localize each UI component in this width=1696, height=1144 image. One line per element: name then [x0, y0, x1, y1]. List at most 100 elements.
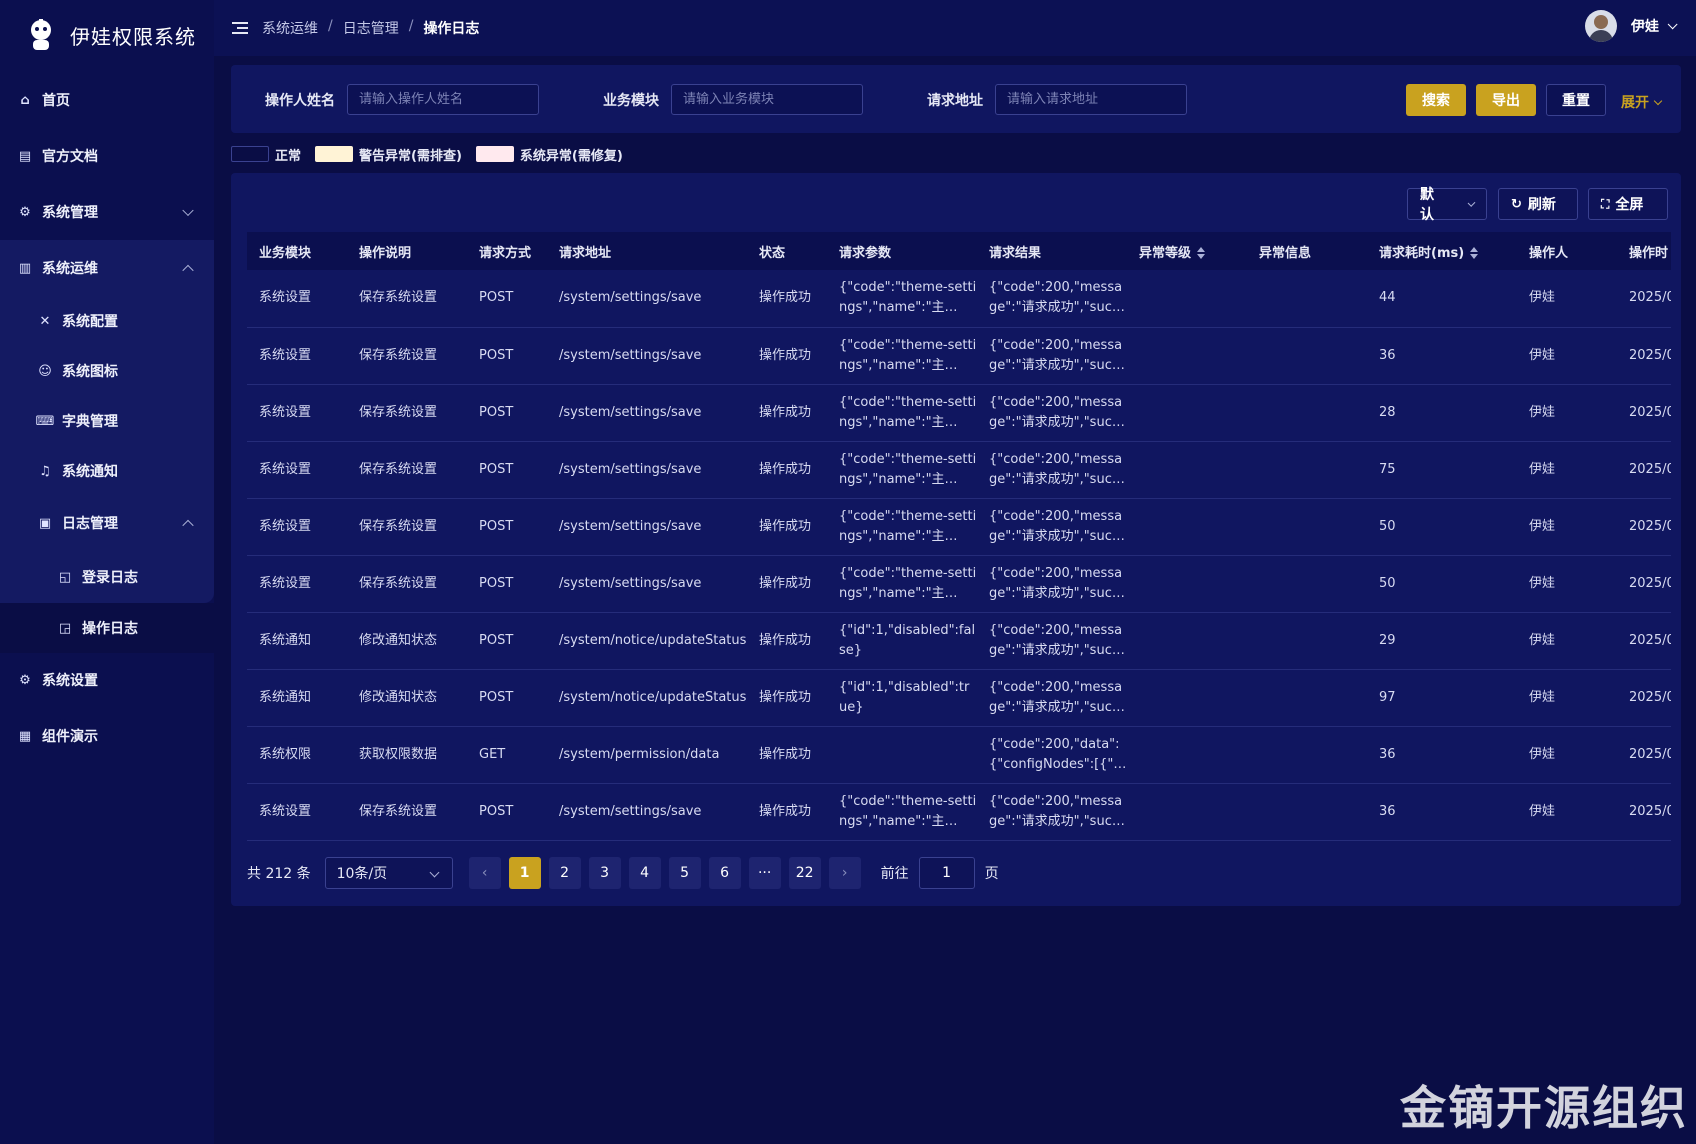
table-row[interactable]: 系统设置 保存系统设置 POST/system/settings/save 操作成功 {…	[247, 498, 1671, 555]
keyboard-icon: ⌨	[35, 413, 55, 429]
page-button[interactable]: 22	[788, 857, 821, 889]
breadcrumb-item[interactable]: 系统运维	[262, 18, 318, 38]
table-row[interactable]: 系统通知 修改通知状态 POST/system/notice/updateStatu…	[247, 612, 1671, 669]
cell-duration: 36	[1379, 746, 1396, 762]
cell-status: 操作成功	[759, 461, 812, 477]
column-header: 请求地址	[559, 245, 612, 261]
cell-result-text: {"code":200,"message":"请求成功","suc…	[989, 622, 1125, 658]
page-button[interactable]: 1	[508, 857, 541, 889]
legend-label: 正常	[275, 148, 302, 164]
request-url-input[interactable]	[995, 84, 1187, 115]
chevron-down-icon[interactable]	[1667, 18, 1678, 29]
cell-exception-info	[1247, 783, 1367, 840]
breadcrumb-item[interactable]: 日志管理	[343, 18, 399, 38]
cell-duration: 44	[1379, 290, 1396, 306]
goto-page-input[interactable]	[918, 857, 975, 889]
watermark-text: 金镝开源组织	[1400, 1081, 1688, 1135]
table-row[interactable]: 系统通知 修改通知状态 POST/system/notice/updateStatu…	[247, 669, 1671, 726]
sidebar-item-system-settings[interactable]: ⚙ 系统设置	[0, 652, 214, 708]
cell-method: POST	[479, 689, 514, 705]
cell-params: {"code":"theme-settings","name":"主…	[827, 555, 977, 612]
refresh-button[interactable]: ↻ 刷新	[1498, 188, 1578, 220]
app-title: 伊娃权限系统	[70, 24, 196, 49]
user-menu[interactable]: 伊娃	[1585, 10, 1678, 42]
sidebar-item-dictionary[interactable]: ⌨ 字典管理	[0, 396, 214, 446]
cell-operator: 伊娃	[1529, 803, 1556, 819]
sidebar-item-label: 系统运维	[42, 261, 98, 277]
sidebar-item-home[interactable]: ⌂ 首页	[0, 72, 214, 128]
avatar[interactable]	[1585, 10, 1617, 42]
search-button[interactable]: 搜索	[1406, 84, 1466, 116]
cell-method: POST	[479, 575, 514, 591]
cell-method: POST	[479, 518, 514, 534]
column-header: 状态	[759, 245, 786, 261]
page-button[interactable]: 5	[668, 857, 701, 889]
column-header-sortable[interactable]: 请求耗时(ms)	[1367, 232, 1517, 270]
expand-label: 展开	[1621, 95, 1649, 111]
legend-item-normal: 正常	[231, 145, 301, 164]
sidebar-item-system-ops[interactable]: ▥ 系统运维	[0, 240, 214, 296]
sidebar-item-docs[interactable]: ▤ 官方文档	[0, 128, 214, 184]
cell-exception-level	[1127, 783, 1247, 840]
page-button[interactable]: 2	[548, 857, 581, 889]
next-page-button[interactable]: ›	[828, 857, 861, 889]
sidebar-item-system-management[interactable]: ⚙ 系统管理	[0, 184, 214, 240]
table-row[interactable]: 系统设置 保存系统设置 POST/system/settings/save 操作成功 {…	[247, 270, 1671, 327]
chevron-up-icon	[182, 264, 194, 277]
legend-label: 警告异常(需排查)	[359, 148, 462, 164]
cell-result-text: {"code":200,"message":"请求成功","suc…	[989, 565, 1125, 601]
page-button[interactable]: 4	[628, 857, 661, 889]
cell-params: {"code":"theme-settings","name":"主…	[827, 327, 977, 384]
export-button[interactable]: 导出	[1476, 84, 1536, 116]
user-name[interactable]: 伊娃	[1631, 16, 1659, 36]
top-header: 系统运维 / 日志管理 / 操作日志 伊娃	[214, 0, 1696, 56]
page-size-select[interactable]: 10条/页	[324, 857, 453, 889]
sidebar-item-notifications[interactable]: ♫ 系统通知	[0, 446, 214, 496]
table-row[interactable]: 系统权限 获取权限数据 GET/system/permission/data 操作成功…	[247, 726, 1671, 783]
cell-params: {"code":"theme-settings","name":"主…	[827, 498, 977, 555]
operator-name-input[interactable]	[347, 84, 539, 115]
cell-operator: 伊娃	[1529, 746, 1556, 762]
app-logo[interactable]: 伊娃权限系统	[0, 0, 214, 70]
reset-button[interactable]: 重置	[1546, 84, 1606, 116]
table-header-row: 业务模块 操作说明 请求方式 请求地址 状态 请求参数 请求结果 异常等级 异常…	[247, 232, 1671, 270]
cell-module: 系统设置	[259, 290, 312, 306]
column-header: 请求方式	[479, 245, 532, 261]
column-header-sortable[interactable]: 异常等级	[1127, 232, 1247, 270]
cell-operator: 伊娃	[1529, 347, 1556, 363]
cell-exception-level	[1127, 498, 1247, 555]
sort-icon[interactable]	[1470, 247, 1479, 259]
sidebar-item-label: 系统设置	[42, 673, 98, 689]
sidebar-item-label: 字典管理	[62, 414, 118, 430]
expand-toggle[interactable]: 展开	[1621, 92, 1663, 112]
table-size-select[interactable]: 默认	[1407, 187, 1487, 223]
cell-exception-level	[1127, 327, 1247, 384]
operator-label: 操作人姓名	[265, 93, 335, 109]
table-row[interactable]: 系统设置 保存系统设置 POST/system/settings/save 操作成功 {…	[247, 327, 1671, 384]
sidebar-item-label: 操作日志	[82, 621, 138, 637]
operation-log-icon: ◲	[58, 620, 72, 636]
table-row[interactable]: 系统设置 保存系统设置 POST/system/settings/save 操作成功 {…	[247, 441, 1671, 498]
sidebar-item-login-log[interactable]: ◱ 登录日志	[0, 552, 214, 602]
prev-page-button[interactable]: ‹	[468, 857, 501, 889]
table-row[interactable]: 系统设置 保存系统设置 POST/system/settings/save 操作成功 {…	[247, 555, 1671, 612]
page-button[interactable]: 6	[708, 857, 741, 889]
sort-icon[interactable]	[1197, 247, 1206, 259]
more-pages-button[interactable]: ···	[748, 857, 781, 889]
sidebar-item-log-management[interactable]: ▣ 日志管理	[0, 498, 214, 548]
table-row[interactable]: 系统设置 保存系统设置 POST/system/settings/save 操作成功 {…	[247, 384, 1671, 441]
fullscreen-button[interactable]: ⛶ 全屏	[1588, 188, 1668, 220]
sidebar-item-components[interactable]: ▦ 组件演示	[0, 708, 214, 764]
doc-icon: ▤	[18, 148, 32, 164]
sidebar-item-system-icons[interactable]: ☺ 系统图标	[0, 346, 214, 396]
module-input[interactable]	[671, 84, 863, 115]
goto-prefix: 前往	[880, 866, 909, 882]
menu-toggle-icon[interactable]	[232, 22, 248, 34]
cell-module: 系统设置	[259, 518, 312, 534]
sidebar-item-system-config[interactable]: ✕ 系统配置	[0, 296, 214, 346]
page-button[interactable]: 3	[588, 857, 621, 889]
table-row[interactable]: 系统设置 保存系统设置 POST/system/settings/save 操作成功 {…	[247, 783, 1671, 840]
sidebar-item-label: 官方文档	[42, 149, 98, 165]
column-header: 操作时	[1629, 245, 1669, 261]
sidebar-item-operation-log[interactable]: ◲ 操作日志	[0, 603, 214, 653]
